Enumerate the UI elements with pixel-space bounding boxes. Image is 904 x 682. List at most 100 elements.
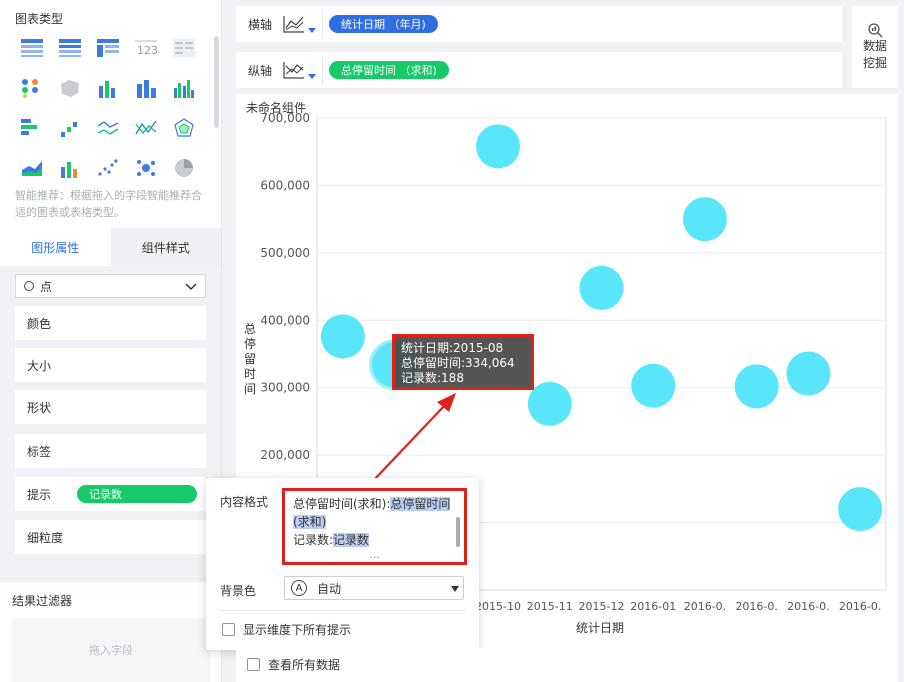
- format-scrollbar[interactable]: [456, 517, 460, 547]
- x-tick-label: 2015-12: [579, 600, 625, 613]
- y-tick-label: 600,000: [260, 178, 310, 192]
- point-circle-icon: [24, 281, 34, 291]
- y-axis-bar: 纵轴 总停留时间 （求和): [236, 52, 842, 88]
- divider: [322, 10, 323, 38]
- waterfall-icon[interactable]: [56, 116, 84, 140]
- line-chart-icon: [283, 16, 316, 33]
- x-axis-label: 横轴: [248, 17, 273, 32]
- data-point[interactable]: [320, 314, 365, 359]
- y-field-pill[interactable]: 总停留时间 （求和): [329, 61, 449, 79]
- y-axis-chart-switch[interactable]: [282, 58, 322, 82]
- filter-drop-zone[interactable]: 拖入字段: [12, 618, 210, 682]
- auto-icon: A: [291, 580, 307, 596]
- tooltip-settings-popover: 内容格式 总停留时间(求和):总停留时间(求和) 记录数:记录数 ... 背景色…: [206, 478, 479, 650]
- background-color-select[interactable]: A 自动: [284, 576, 464, 600]
- view-all-data-checkbox[interactable]: [247, 658, 260, 671]
- data-mining-button[interactable]: 数据 挖掘: [852, 6, 898, 88]
- x-axis-title: 统计日期: [576, 621, 625, 635]
- detail-table-icon[interactable]: [170, 36, 198, 60]
- data-point[interactable]: [579, 265, 624, 310]
- mark-type-select[interactable]: 点: [15, 274, 206, 298]
- y-axis-title: 总停留时间: [244, 322, 257, 396]
- background-color-value: 自动: [317, 581, 342, 596]
- bar-chart-icon[interactable]: [18, 116, 46, 140]
- format-line-a: 总停留时间(求和):总停留时间(求和): [293, 495, 456, 531]
- x-tick-label: 2016-01: [630, 600, 676, 613]
- prop-label-label: 标签: [27, 444, 52, 459]
- divider: [220, 610, 466, 611]
- radar-icon[interactable]: [170, 116, 198, 140]
- data-point[interactable]: [682, 197, 727, 242]
- content-format-editor[interactable]: 总停留时间(求和):总停留时间(求和) 记录数:记录数 ...: [282, 488, 467, 565]
- left-panel: 图表类型 123 智能推荐：根据拖入的字段智能推荐合适的图表或表格类型。 图形属…: [0, 0, 222, 682]
- prop-size-label: 大小: [27, 358, 52, 373]
- x-field-pill[interactable]: 统计日期 （年月): [329, 15, 438, 33]
- tooltip-duration: 总停留时间:334,064: [401, 356, 515, 370]
- y-axis-label: 纵轴: [248, 63, 273, 78]
- column-chart-icon[interactable]: [132, 76, 160, 100]
- view-all-data-row[interactable]: 查看所有数据: [247, 656, 340, 673]
- line-chart-icon[interactable]: [94, 116, 122, 140]
- data-point[interactable]: [838, 487, 883, 532]
- x-tick-label: 2016-0.: [684, 600, 726, 613]
- prop-tooltip[interactable]: 提示 记录数: [15, 477, 206, 511]
- tooltip-count: 记录数:188: [401, 371, 464, 385]
- combo-chart-icon[interactable]: [56, 156, 84, 180]
- prop-size[interactable]: 大小: [15, 348, 206, 382]
- format-text-b: 记录数:: [293, 533, 334, 547]
- multi-column-icon[interactable]: [170, 76, 198, 100]
- prop-shape-label: 形状: [27, 400, 52, 415]
- show-all-tooltips-row[interactable]: 显示维度下所有提示: [222, 621, 351, 638]
- prop-label[interactable]: 标签: [15, 434, 206, 468]
- multi-line-icon[interactable]: [132, 116, 160, 140]
- area-chart-icon[interactable]: [18, 156, 46, 180]
- prop-color[interactable]: 颜色: [15, 306, 206, 340]
- table-icon[interactable]: [18, 36, 46, 60]
- format-line-b: 记录数:记录数: [293, 531, 456, 549]
- svg-text:123: 123: [137, 44, 157, 57]
- data-mining-label-1: 数据: [862, 39, 887, 53]
- stacked-column-icon[interactable]: [94, 76, 122, 100]
- cross-table-icon[interactable]: [94, 36, 122, 60]
- chart-tooltip: 统计日期:2015-08 总停留时间:334,064 记录数:188: [392, 334, 534, 390]
- prop-shape[interactable]: 形状: [15, 390, 206, 424]
- data-point[interactable]: [786, 351, 831, 396]
- data-point[interactable]: [476, 124, 521, 169]
- tooltip-field-pill[interactable]: 记录数: [77, 485, 197, 503]
- data-mining-label-2: 挖掘: [862, 56, 887, 70]
- format-text-a: 总停留时间(求和):: [293, 497, 391, 511]
- chart-type-scrollbar[interactable]: [214, 36, 219, 128]
- grouped-table-icon[interactable]: [56, 36, 84, 60]
- tooltip-date: 统计日期:2015-08: [401, 341, 504, 355]
- pie-chart-icon[interactable]: [170, 156, 198, 180]
- show-all-tooltips-checkbox[interactable]: [222, 623, 235, 636]
- x-axis-chart-switch[interactable]: [282, 12, 322, 36]
- y-tick-label: 200,000: [260, 448, 310, 462]
- map-icon[interactable]: [56, 76, 84, 100]
- y-tick-label: 500,000: [260, 246, 310, 260]
- tab-graph-properties[interactable]: 图形属性: [0, 228, 111, 266]
- content-format-label: 内容格式: [220, 495, 269, 509]
- caret-down-icon: [451, 586, 459, 592]
- dot-list-icon[interactable]: [18, 76, 46, 100]
- property-tabs: 图形属性 组件样式: [0, 228, 221, 266]
- kpi-number-icon[interactable]: 123: [132, 36, 160, 60]
- chart-type-title: 图表类型: [15, 12, 64, 26]
- search-data-icon: [868, 23, 883, 38]
- scatter-icon[interactable]: [94, 156, 122, 180]
- tab-component-style[interactable]: 组件样式: [110, 228, 221, 266]
- data-point[interactable]: [527, 381, 572, 426]
- x-axis-bar: 横轴 统计日期 （年月): [236, 6, 842, 42]
- data-point[interactable]: [631, 363, 676, 408]
- prop-color-label: 颜色: [27, 316, 52, 331]
- y-tick-label: 400,000: [260, 313, 310, 327]
- prop-granularity-label: 细粒度: [27, 530, 64, 545]
- format-ellipsis: ...: [369, 548, 380, 561]
- x-tick-label: 2016-0.: [839, 600, 881, 613]
- prop-granularity[interactable]: 细粒度: [15, 520, 206, 554]
- y-tick-label: 700,000: [260, 111, 310, 125]
- bubble-icon[interactable]: [132, 156, 160, 180]
- x-tick-label: 2015-10: [475, 600, 521, 613]
- data-point[interactable]: [734, 364, 779, 409]
- background-color-label: 背景色: [220, 584, 257, 598]
